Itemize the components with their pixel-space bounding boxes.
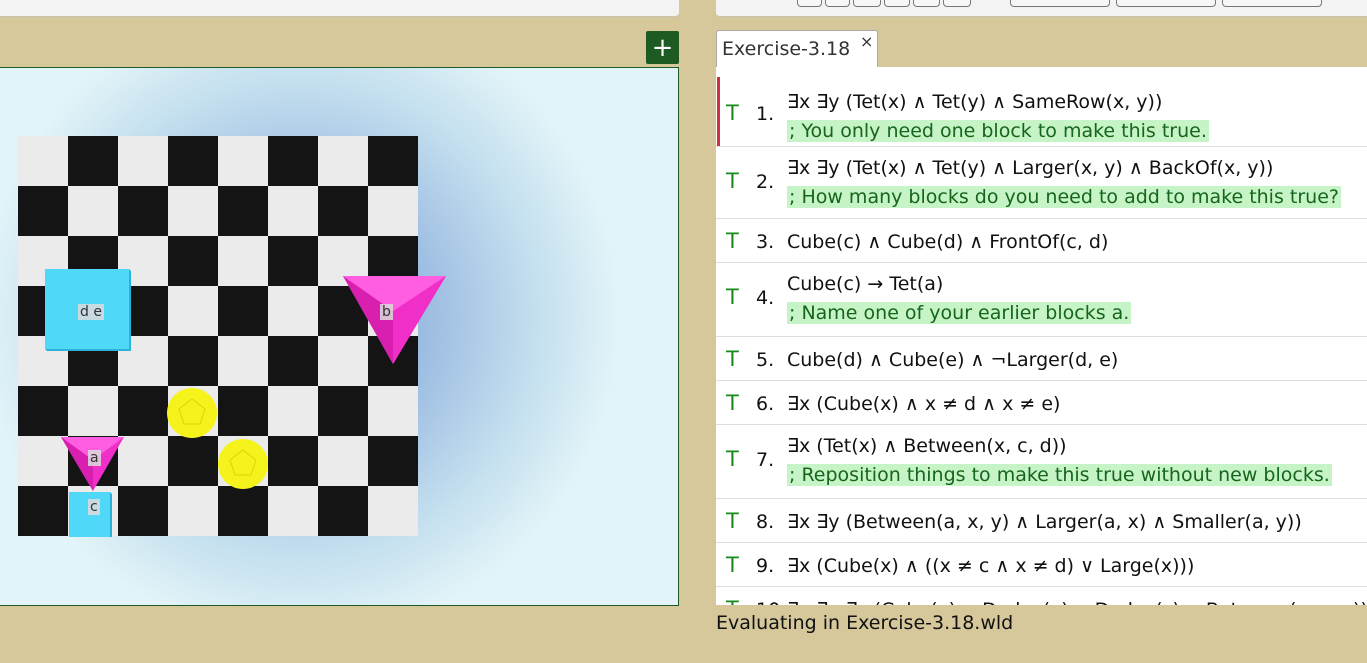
sentence-formula: Cube(c) ∧ Cube(d) ∧ FrontOf(c, d): [787, 231, 1109, 253]
sentence-row[interactable]: T 8. ∃x ∃y (Between(a, x, y) ∧ Larger(a, x…: [716, 499, 1367, 543]
sentence-formula: ∃x ∃y (Tet(x) ∧ Tet(y) ∧ Larger(x, y) ∧ …: [787, 157, 1274, 179]
sentence-number: 1.: [756, 103, 775, 125]
truth-value-mark: T: [726, 101, 739, 125]
sentence-number: 2.: [756, 171, 775, 193]
truth-value-mark: T: [726, 391, 739, 415]
sentence-row[interactable]: T 10.∃x ∃y ∃z (Cube(x) ∧ Dodec(y) ∧ Dodec…: [716, 587, 1367, 605]
truth-value-mark: T: [726, 169, 739, 193]
top-right-toolbar: [716, 0, 1367, 17]
block-label-b: b: [380, 304, 393, 320]
truth-value-mark: T: [726, 597, 739, 605]
world-view[interactable]: d e b a c: [0, 67, 679, 606]
truth-value-mark: T: [726, 285, 739, 309]
toolbar-button[interactable]: [884, 0, 910, 7]
toolbar-button[interactable]: [797, 0, 822, 7]
sentence-row[interactable]: T 3. Cube(c) ∧ Cube(d) ∧ FrontOf(c, d): [716, 219, 1367, 263]
truth-value-mark: T: [726, 347, 739, 371]
sentence-number: 8.: [756, 511, 775, 533]
sentence-number: 3.: [756, 231, 775, 253]
sentence-comment: ; How many blocks do you need to add to …: [787, 186, 1341, 208]
blocks-layer: [45, 269, 446, 537]
block-label-d-e: d e: [78, 304, 104, 320]
sentence-row[interactable]: T 7. ∃x (Tet(x) ∧ Between(x, c, d)) ; Repos…: [716, 425, 1367, 499]
tab-exercise[interactable]: Exercise-3.18 ×: [716, 30, 878, 67]
sentence-number: 4.: [756, 287, 775, 309]
block-label-c: c: [88, 499, 100, 515]
sentence-number: 9.: [756, 555, 775, 577]
top-left-toolbar: [0, 0, 679, 17]
tet-block-b[interactable]: [343, 276, 446, 364]
truth-value-mark: T: [726, 553, 739, 577]
toolbar-button[interactable]: [1222, 0, 1322, 7]
toolbar-button[interactable]: [1116, 0, 1216, 7]
truth-value-mark: T: [726, 229, 739, 253]
toolbar-button[interactable]: [853, 0, 881, 7]
sentence-formula: ∃x (Tet(x) ∧ Between(x, c, d)): [787, 435, 1067, 457]
sentence-row[interactable]: T 2. ∃x ∃y (Tet(x) ∧ Tet(y) ∧ Larger(x, y)…: [716, 147, 1367, 219]
sentence-formula: Cube(d) ∧ Cube(e) ∧ ¬Larger(d, e): [787, 349, 1119, 371]
toolbar-button[interactable]: [825, 0, 850, 7]
sentence-row[interactable]: T 1. ∃x ∃y (Tet(x) ∧ Tet(y) ∧ SameRow(x, y…: [716, 67, 1367, 147]
sentence-number: 5.: [756, 349, 775, 371]
sentence-formula: ∃x ∃y ∃z (Cube(x) ∧ Dodec(y) ∧ Dodec(z) …: [787, 599, 1367, 605]
truth-value-mark: T: [726, 509, 739, 533]
sentence-number: 10.: [756, 599, 786, 605]
sentence-row[interactable]: T 9. ∃x (Cube(x) ∧ ((x ≠ c ∧ x ≠ d) ∨ Larg…: [716, 543, 1367, 587]
sentence-formula: ∃x (Cube(x) ∧ x ≠ d ∧ x ≠ e): [787, 393, 1061, 415]
status-text: Evaluating in Exercise-3.18.wld: [716, 612, 1014, 634]
sentence-comment: ; Reposition things to make this true wi…: [787, 464, 1332, 486]
tab-title: Exercise-3.18: [722, 38, 851, 60]
sentence-row[interactable]: T 5. Cube(d) ∧ Cube(e) ∧ ¬Larger(d, e): [716, 337, 1367, 381]
sentence-list[interactable]: T 1. ∃x ∃y (Tet(x) ∧ Tet(y) ∧ SameRow(x, y…: [716, 67, 1367, 605]
sentence-formula: ∃x ∃y (Between(a, x, y) ∧ Larger(a, x) ∧…: [787, 511, 1302, 533]
sentence-number: 7.: [756, 449, 775, 471]
truth-value-mark: T: [726, 447, 739, 471]
sentence-comment: ; Name one of your earlier blocks a.: [787, 302, 1132, 324]
sentence-formula: ∃x ∃y (Tet(x) ∧ Tet(y) ∧ SameRow(x, y)): [787, 91, 1163, 113]
dodec-block[interactable]: [218, 439, 268, 489]
sentence-formula: ∃x (Cube(x) ∧ ((x ≠ c ∧ x ≠ d) ∨ Large(x…: [787, 555, 1195, 577]
sentence-number: 6.: [756, 393, 775, 415]
close-icon[interactable]: ×: [860, 32, 873, 51]
toolbar-button[interactable]: [913, 0, 940, 7]
toolbar-button[interactable]: [1010, 0, 1110, 7]
sentence-row[interactable]: T 4. Cube(c) → Tet(a) ; Name one of your ea…: [716, 263, 1367, 337]
sentence-formula: Cube(c) → Tet(a): [787, 273, 944, 295]
dodec-block[interactable]: [167, 388, 217, 438]
sentence-row[interactable]: T 6. ∃x (Cube(x) ∧ x ≠ d ∧ x ≠ e): [716, 381, 1367, 425]
sentence-comment: ; You only need one block to make this t…: [787, 120, 1209, 142]
add-block-button[interactable]: +: [646, 31, 679, 64]
toolbar-button[interactable]: [943, 0, 971, 7]
block-label-a: a: [88, 450, 101, 466]
